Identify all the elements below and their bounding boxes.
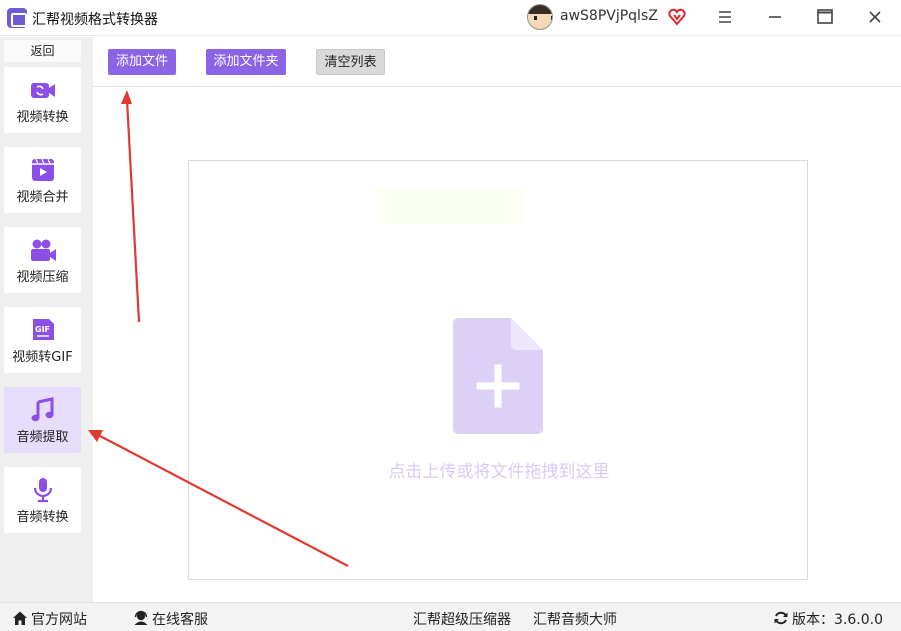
sidebar-item-label: 音频提取 <box>16 430 69 445</box>
sidebar-item-video-convert[interactable]: 视频转换 <box>4 67 81 133</box>
compressor-link[interactable]: 汇帮超级压缩器 <box>413 609 511 629</box>
minimize-icon[interactable] <box>760 4 790 30</box>
maximize-icon[interactable] <box>810 4 840 30</box>
sidebar-item-label: 视频合并 <box>16 190 69 205</box>
microphone-icon <box>33 478 53 503</box>
gif-icon: GIF <box>33 319 54 340</box>
drop-hint-text: 点击上传或将文件拖拽到这里 <box>388 462 610 482</box>
avatar[interactable] <box>527 4 553 30</box>
vip-heart-icon[interactable] <box>668 8 686 26</box>
sidebar-item-video-compress[interactable]: 视频压缩 <box>4 227 81 293</box>
toolbar: 添加文件 添加文件夹 清空列表 <box>93 37 901 87</box>
close-icon[interactable] <box>860 4 890 30</box>
sidebar-item-label: 视频转GIF <box>12 350 73 365</box>
sidebar-item-label: 视频转换 <box>16 110 69 125</box>
back-button[interactable]: 返回 <box>4 40 81 62</box>
version-info[interactable]: 版本：3.6.0.0 <box>773 609 883 629</box>
sidebar-item-video-gif[interactable]: GIF 视频转GIF <box>4 307 81 373</box>
add-folder-button[interactable]: 添加文件夹 <box>206 49 286 75</box>
add-file-icon[interactable] <box>453 318 545 434</box>
website-link[interactable]: 官方网站 <box>12 609 87 629</box>
sidebar-item-label: 音频转换 <box>16 510 69 525</box>
audio-master-link[interactable]: 汇帮音频大师 <box>533 609 617 629</box>
refresh-icon <box>774 611 788 625</box>
sidebar-item-audio-extract[interactable]: 音频提取 <box>4 387 81 453</box>
app-logo-icon <box>7 8 27 28</box>
app-title: 汇帮视频格式转换器 <box>32 12 158 28</box>
support-agent-icon <box>134 610 148 625</box>
sidebar-item-video-merge[interactable]: 视频合并 <box>4 147 81 213</box>
clear-list-button[interactable]: 清空列表 <box>316 49 385 75</box>
music-note-icon <box>31 397 54 422</box>
status-bar: 官方网站 在线客服 汇帮超级压缩器 汇帮音频大师 版本：3.6.0.0 <box>0 602 901 631</box>
svg-text:GIF: GIF <box>35 325 50 334</box>
sidebar-item-audio-convert[interactable]: 音频转换 <box>4 467 81 533</box>
username[interactable]: awS8PVjPqlsZ <box>560 8 658 24</box>
version-label: 版本：3.6.0.0 <box>792 612 883 628</box>
ghost-hint <box>376 188 524 224</box>
file-drop-zone[interactable]: 点击上传或将文件拖拽到这里 <box>188 160 808 580</box>
sidebar-item-label: 视频压缩 <box>16 270 69 285</box>
title-bar: 汇帮视频格式转换器 awS8PVjPqlsZ <box>0 0 901 36</box>
video-compress-icon <box>31 239 56 261</box>
online-support-link[interactable]: 在线客服 <box>133 609 208 629</box>
menu-icon[interactable] <box>710 4 740 30</box>
video-merge-icon <box>32 158 54 181</box>
home-icon <box>13 611 27 625</box>
app-window: 汇帮视频格式转换器 awS8PVjPqlsZ 返回 视频转换 视频合并 视频压缩… <box>0 0 901 631</box>
add-file-button[interactable]: 添加文件 <box>108 49 176 75</box>
sidebar: 返回 视频转换 视频合并 视频压缩 GIF 视频转GIF 音频提取 音频转换 <box>0 37 93 602</box>
video-convert-icon <box>31 83 55 98</box>
website-label: 官方网站 <box>31 612 87 628</box>
support-label: 在线客服 <box>152 612 208 628</box>
